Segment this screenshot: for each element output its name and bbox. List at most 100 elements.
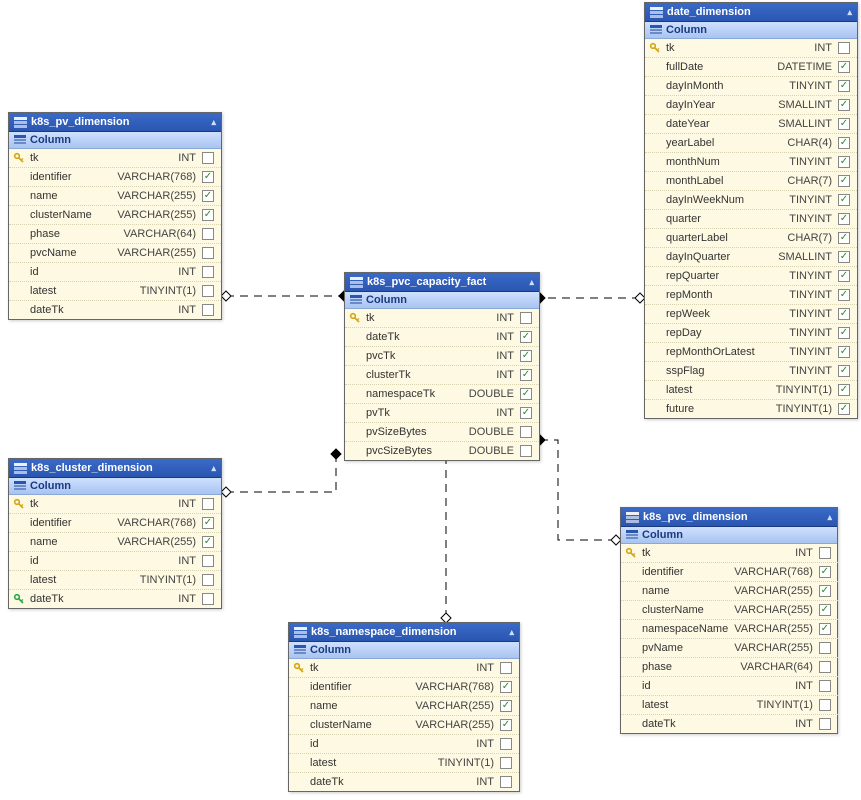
column-checkbox[interactable]: ✓ [819,585,831,597]
table-title-bar[interactable]: date_dimension▴ [645,3,857,22]
column-row[interactable]: dateTkINT [9,301,221,319]
column-row[interactable]: latestTINYINT(1) [9,571,221,590]
column-row[interactable]: tkINT [289,659,519,678]
column-checkbox[interactable]: ✓ [202,517,214,529]
column-checkbox[interactable] [838,42,850,54]
collapse-icon[interactable]: ▴ [529,277,534,288]
table-title-bar[interactable]: k8s_cluster_dimension▴ [9,459,221,478]
column-row[interactable]: pvcTkINT✓ [345,347,539,366]
column-row[interactable]: latestTINYINT(1)✓ [645,381,857,400]
table-title-bar[interactable]: k8s_pvc_dimension▴ [621,508,837,527]
table-k8s_pv_dimension[interactable]: k8s_pv_dimension▴ColumntkINTidentifierVA… [8,112,222,320]
column-checkbox[interactable] [202,266,214,278]
column-checkbox[interactable]: ✓ [838,346,850,358]
table-k8s_namespace_dimension[interactable]: k8s_namespace_dimension▴ColumntkINTident… [288,622,520,792]
column-checkbox[interactable] [202,247,214,259]
column-checkbox[interactable]: ✓ [819,604,831,616]
column-row[interactable]: latestTINYINT(1) [9,282,221,301]
column-checkbox[interactable] [202,593,214,605]
column-checkbox[interactable]: ✓ [838,99,850,111]
column-checkbox[interactable]: ✓ [819,623,831,635]
column-checkbox[interactable] [819,642,831,654]
column-row[interactable]: dayInYearSMALLINT✓ [645,96,857,115]
column-checkbox[interactable]: ✓ [838,384,850,396]
column-row[interactable]: idINT [289,735,519,754]
column-checkbox[interactable]: ✓ [838,118,850,130]
column-row[interactable]: latestTINYINT(1) [621,696,838,715]
column-checkbox[interactable] [819,680,831,692]
column-checkbox[interactable] [202,152,214,164]
column-row[interactable]: pvcNameVARCHAR(255) [9,244,221,263]
column-checkbox[interactable] [500,776,512,788]
table-title-bar[interactable]: k8s_pvc_capacity_fact▴ [345,273,539,292]
column-checkbox[interactable]: ✓ [520,388,532,400]
column-row[interactable]: idINT [621,677,838,696]
column-checkbox[interactable]: ✓ [838,289,850,301]
column-checkbox[interactable]: ✓ [838,213,850,225]
column-checkbox[interactable] [520,426,532,438]
column-row[interactable]: clusterNameVARCHAR(255)✓ [289,716,519,735]
column-row[interactable]: identifierVARCHAR(768)✓ [9,514,221,533]
column-row[interactable]: idINT [9,263,221,282]
column-row[interactable]: monthLabelCHAR(7)✓ [645,172,857,191]
table-date_dimension[interactable]: date_dimension▴ColumntkINTfullDateDATETI… [644,2,858,419]
column-row[interactable]: dayInWeekNumTINYINT✓ [645,191,857,210]
column-checkbox[interactable]: ✓ [838,327,850,339]
column-row[interactable]: dayInQuarterSMALLINT✓ [645,248,857,267]
column-row[interactable]: fullDateDATETIME✓ [645,58,857,77]
column-checkbox[interactable]: ✓ [202,190,214,202]
column-checkbox[interactable]: ✓ [202,171,214,183]
column-row[interactable]: futureTINYINT(1)✓ [645,400,857,418]
column-row[interactable]: clusterNameVARCHAR(255)✓ [621,601,838,620]
column-checkbox[interactable]: ✓ [500,700,512,712]
table-title-bar[interactable]: k8s_namespace_dimension▴ [289,623,519,642]
column-row[interactable]: tkINT [645,39,857,58]
table-title-bar[interactable]: k8s_pv_dimension▴ [9,113,221,132]
column-checkbox[interactable]: ✓ [520,350,532,362]
column-row[interactable]: namespaceTkDOUBLE✓ [345,385,539,404]
column-row[interactable]: repMonthOrLatestTINYINT✓ [645,343,857,362]
table-k8s_pvc_capacity_fact[interactable]: k8s_pvc_capacity_fact▴ColumntkINTdateTkI… [344,272,540,461]
column-row[interactable]: nameVARCHAR(255)✓ [9,533,221,552]
column-row[interactable]: latestTINYINT(1) [289,754,519,773]
column-checkbox[interactable] [202,498,214,510]
column-row[interactable]: tkINT [345,309,539,328]
column-checkbox[interactable] [500,738,512,750]
column-checkbox[interactable]: ✓ [838,232,850,244]
column-row[interactable]: pvNameVARCHAR(255) [621,639,838,658]
column-checkbox[interactable] [520,445,532,457]
column-checkbox[interactable]: ✓ [838,308,850,320]
column-checkbox[interactable] [202,555,214,567]
column-row[interactable]: repMonthTINYINT✓ [645,286,857,305]
column-checkbox[interactable] [202,285,214,297]
column-checkbox[interactable]: ✓ [838,137,850,149]
collapse-icon[interactable]: ▴ [211,463,216,474]
column-row[interactable]: pvcSizeBytesDOUBLE [345,442,539,460]
column-checkbox[interactable]: ✓ [500,719,512,731]
column-row[interactable]: idINT [9,552,221,571]
column-row[interactable]: pvSizeBytesDOUBLE [345,423,539,442]
column-checkbox[interactable]: ✓ [520,331,532,343]
column-row[interactable]: clusterNameVARCHAR(255)✓ [9,206,221,225]
column-row[interactable]: dateTkINT [289,773,519,791]
column-checkbox[interactable] [520,312,532,324]
column-checkbox[interactable] [819,661,831,673]
column-checkbox[interactable] [500,662,512,674]
column-row[interactable]: dateYearSMALLINT✓ [645,115,857,134]
column-row[interactable]: monthNumTINYINT✓ [645,153,857,172]
column-checkbox[interactable] [202,574,214,586]
column-row[interactable]: clusterTkINT✓ [345,366,539,385]
column-row[interactable]: phaseVARCHAR(64) [9,225,221,244]
table-k8s_cluster_dimension[interactable]: k8s_cluster_dimension▴ColumntkINTidentif… [8,458,222,609]
collapse-icon[interactable]: ▴ [211,117,216,128]
column-checkbox[interactable]: ✓ [819,566,831,578]
column-row[interactable]: quarterTINYINT✓ [645,210,857,229]
column-row[interactable]: nameVARCHAR(255)✓ [621,582,838,601]
column-row[interactable]: sspFlagTINYINT✓ [645,362,857,381]
column-checkbox[interactable]: ✓ [202,209,214,221]
collapse-icon[interactable]: ▴ [509,627,514,638]
column-checkbox[interactable]: ✓ [838,251,850,263]
column-row[interactable]: dateTkINT [621,715,838,733]
column-row[interactable]: repDayTINYINT✓ [645,324,857,343]
column-checkbox[interactable] [819,547,831,559]
